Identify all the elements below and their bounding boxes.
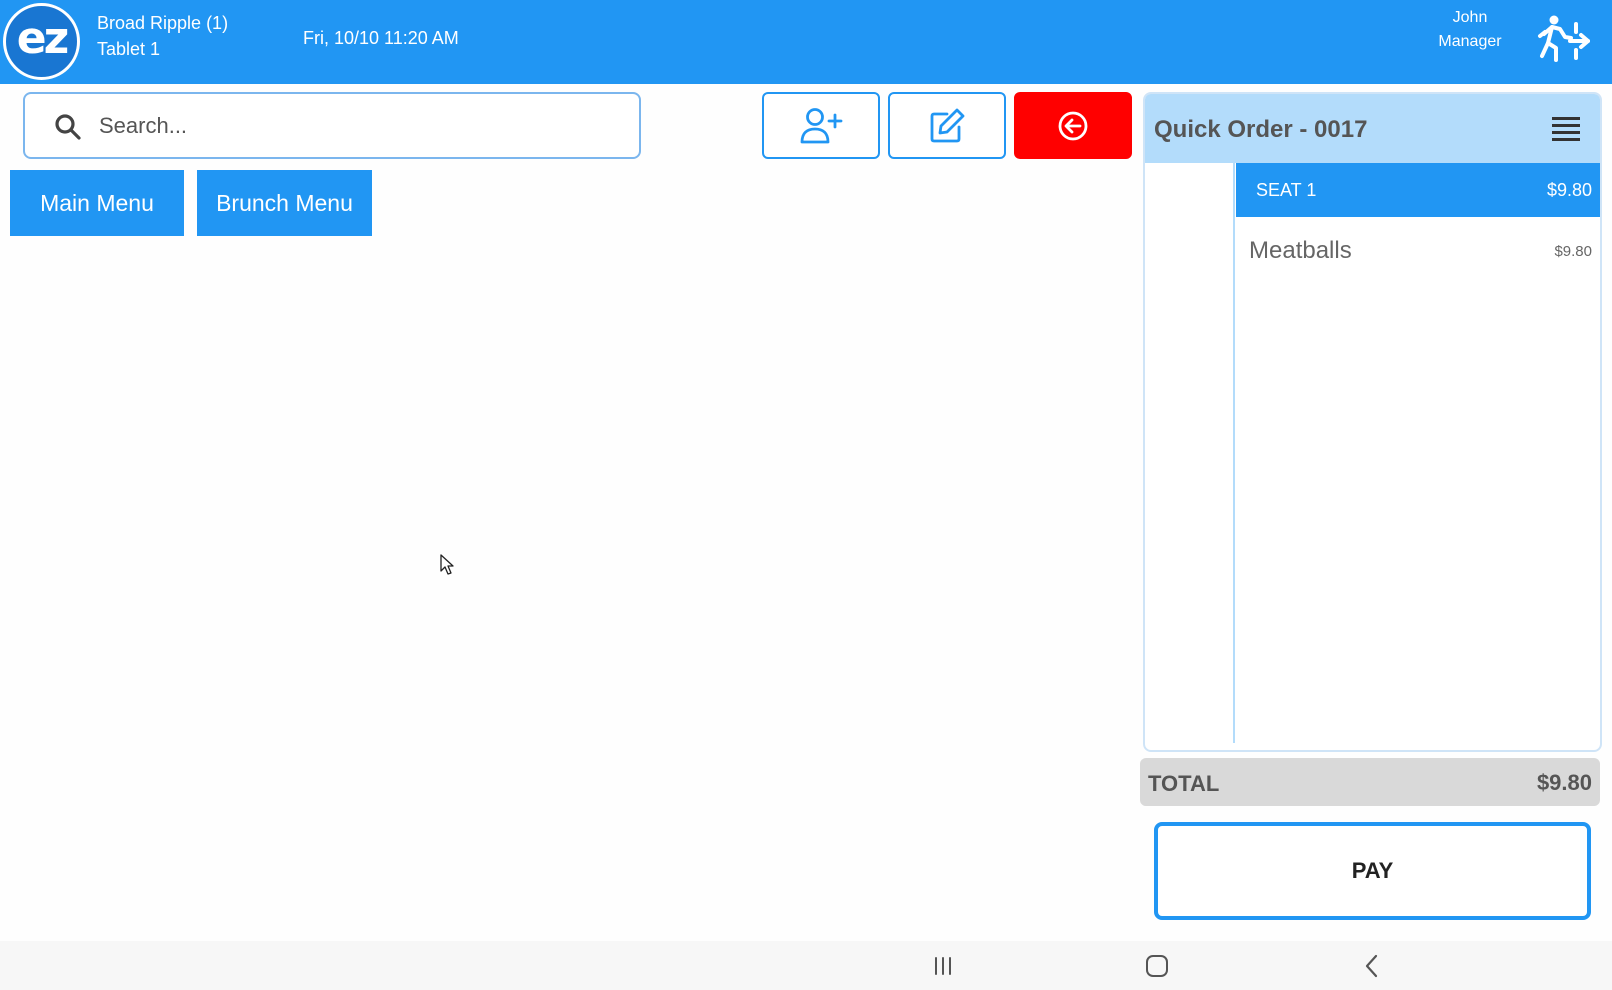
circle-arrow-left-icon (1058, 111, 1088, 140)
exit-running-icon[interactable] (1534, 14, 1590, 66)
user-plus-icon (800, 107, 843, 143)
order-panel: Quick Order - 0017 SEAT 1 $9.80 Meatball… (1143, 92, 1602, 752)
mouse-cursor-icon (440, 554, 454, 575)
seat-amount: $9.80 (1546, 180, 1592, 200)
system-nav-bar (0, 941, 1612, 990)
order-item-row[interactable]: Meatballs $9.80 (1236, 217, 1600, 281)
order-header: Quick Order - 0017 (1145, 94, 1600, 163)
total-label: TOTAL (1148, 771, 1220, 796)
item-name: Meatballs (1249, 237, 1352, 264)
seat-label: SEAT 1 (1256, 180, 1317, 200)
seat-row[interactable]: SEAT 1 $9.80 (1236, 163, 1600, 217)
item-price: $9.80 (1554, 243, 1592, 260)
ez-logo: ez (3, 3, 80, 80)
search-icon (55, 114, 81, 140)
home-icon[interactable] (1142, 951, 1172, 981)
logo-text: ez (16, 13, 69, 64)
recent-apps-icon[interactable] (928, 951, 958, 981)
order-total-bar: TOTAL $9.80 (1140, 758, 1600, 806)
search-input[interactable] (99, 104, 619, 148)
location-info: Broad Ripple (1) Tablet 1 (97, 10, 228, 62)
user-role: Manager (1438, 33, 1502, 50)
datetime-display: Fri, 10/10 11:20 AM (303, 28, 459, 48)
seat-column (1145, 163, 1235, 743)
user-name: John (1452, 9, 1488, 26)
main-menu-button[interactable]: Main Menu (10, 170, 184, 236)
back-button[interactable] (1014, 92, 1132, 159)
add-customer-button[interactable] (762, 92, 880, 159)
brunch-menu-button[interactable]: Brunch Menu (197, 170, 372, 236)
order-title: Quick Order - 0017 (1154, 116, 1368, 143)
pos-app: ez Broad Ripple (1) Tablet 1 Fri, 10/10 … (0, 0, 1612, 990)
search-box[interactable] (23, 92, 641, 159)
total-amount: $9.80 (1536, 770, 1592, 795)
device-name: Tablet 1 (97, 39, 161, 59)
edit-pencil-icon (930, 108, 965, 142)
back-chevron-icon[interactable] (1357, 951, 1387, 981)
edit-order-button[interactable] (888, 92, 1006, 159)
top-header: ez Broad Ripple (1) Tablet 1 Fri, 10/10 … (0, 0, 1612, 84)
user-info[interactable]: John Manager (1420, 6, 1520, 54)
pay-button[interactable]: PAY (1154, 822, 1591, 920)
hamburger-icon[interactable] (1552, 116, 1580, 142)
location-name: Broad Ripple (1) (97, 13, 229, 33)
